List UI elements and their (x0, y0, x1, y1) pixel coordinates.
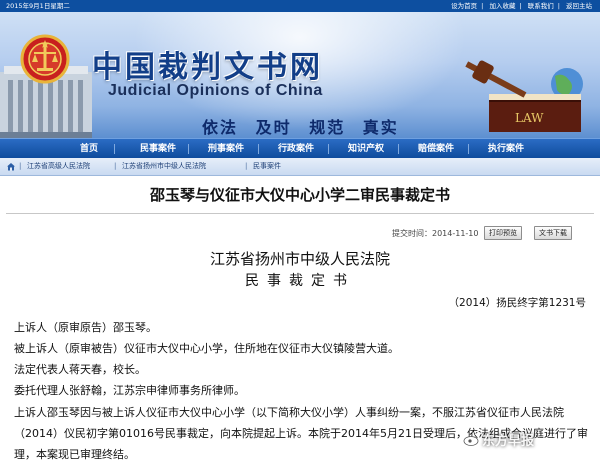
home-icon[interactable] (6, 162, 16, 171)
site-title: 中国裁判文书网 (92, 50, 323, 85)
contact-us-link[interactable]: 联系我们 (528, 2, 554, 10)
nav-divider (398, 144, 399, 154)
breadcrumb-intermediate-court[interactable]: 江苏省扬州市中级人民法院 (122, 158, 206, 175)
nav-divider (188, 144, 189, 154)
document-type: 民事裁定书 (245, 273, 355, 289)
set-homepage-link[interactable]: 设为首页 (451, 2, 477, 10)
submit-time: 提交时间：2014-11-10 (392, 229, 479, 238)
link-separator: | (557, 2, 560, 10)
nav-item-civil[interactable]: 民事案件 (140, 139, 176, 159)
breadcrumb-provincial-court[interactable]: 江苏省高级人民法院 (27, 158, 90, 175)
nav-item-administrative[interactable]: 行政案件 (278, 139, 314, 159)
appellant-paragraph: 上诉人（原审原告）邵玉琴。 (14, 321, 157, 334)
breadcrumb-separator: | (19, 162, 22, 170)
current-date: 2015年9月1日星期二 (6, 2, 70, 10)
site-title-english: Judicial Opinions of China (108, 82, 323, 99)
case-number: （2014）扬民终字第1231号 (448, 297, 586, 309)
nav-item-home[interactable]: 首页 (80, 139, 98, 159)
agent-paragraph: 委托代理人张舒翰，江苏宗申律师事务所律师。 (14, 384, 245, 397)
slogan-word: 规范 (309, 118, 346, 137)
book-law-label: LAW (515, 111, 544, 125)
top-bar: 2015年9月1日星期二 设为首页 | 加入收藏 | 联系我们 | 返回主站 (0, 0, 600, 12)
nav-item-enforcement[interactable]: 执行案件 (488, 139, 524, 159)
law-book-gavel-icon: LAW (465, 60, 583, 132)
slogan-word: 真实 (362, 118, 399, 137)
nav-divider (328, 144, 329, 154)
nav-divider (114, 144, 115, 154)
title-divider (6, 213, 594, 214)
nav-item-compensation[interactable]: 赔偿案件 (418, 139, 454, 159)
main-nav: 首页 民事案件 刑事案件 行政案件 知识产权 赔偿案件 执行案件 (0, 138, 600, 159)
top-links: 设为首页 | 加入收藏 | 联系我们 | 返回主站 (447, 0, 592, 12)
add-favorite-link[interactable]: 加入收藏 (489, 2, 515, 10)
watermark-text: 东方早报 (482, 434, 535, 449)
site-slogan: 依法 及时 规范 真实 (202, 114, 409, 138)
slogan-word: 及时 (255, 118, 292, 137)
slogan-word: 依法 (202, 118, 239, 137)
nav-divider (258, 144, 259, 154)
print-preview-button[interactable]: 打印预览 (484, 226, 522, 240)
national-emblem-icon (20, 34, 70, 84)
breadcrumb-civil-cases[interactable]: 民事案件 (253, 158, 281, 175)
nav-item-ip[interactable]: 知识产权 (348, 139, 384, 159)
link-separator: | (481, 2, 484, 10)
legal-representative-paragraph: 法定代表人蒋天春，校长。 (14, 363, 146, 376)
breadcrumb-separator: | (114, 162, 117, 170)
breadcrumb: | 江苏省高级人民法院 | 江苏省扬州市中级人民法院 | 民事案件 (0, 158, 600, 176)
appellee-paragraph: 被上诉人（原审被告）仪征市大仪中心小学，住所地在仪征市大仪镇陵营大道。 (14, 342, 399, 355)
weibo-logo-icon (463, 433, 480, 446)
court-name: 江苏省扬州市中级人民法院 (209, 250, 390, 268)
document-panel: 邵玉琴与仪征市大仪中心小学二审民事裁定书 提交时间：2014-11-10 打印预… (0, 176, 600, 461)
link-separator: | (519, 2, 522, 10)
nav-divider (468, 144, 469, 154)
nav-item-criminal[interactable]: 刑事案件 (208, 139, 244, 159)
download-button[interactable]: 文书下载 (534, 226, 572, 240)
return-main-site-link[interactable]: 返回主站 (566, 2, 592, 10)
document-title: 邵玉琴与仪征市大仪中心小学二审民事裁定书 (149, 186, 450, 204)
site-banner: 中国裁判文书网 Judicial Opinions of China 依法 及时… (0, 12, 600, 138)
breadcrumb-separator: | (245, 162, 248, 170)
